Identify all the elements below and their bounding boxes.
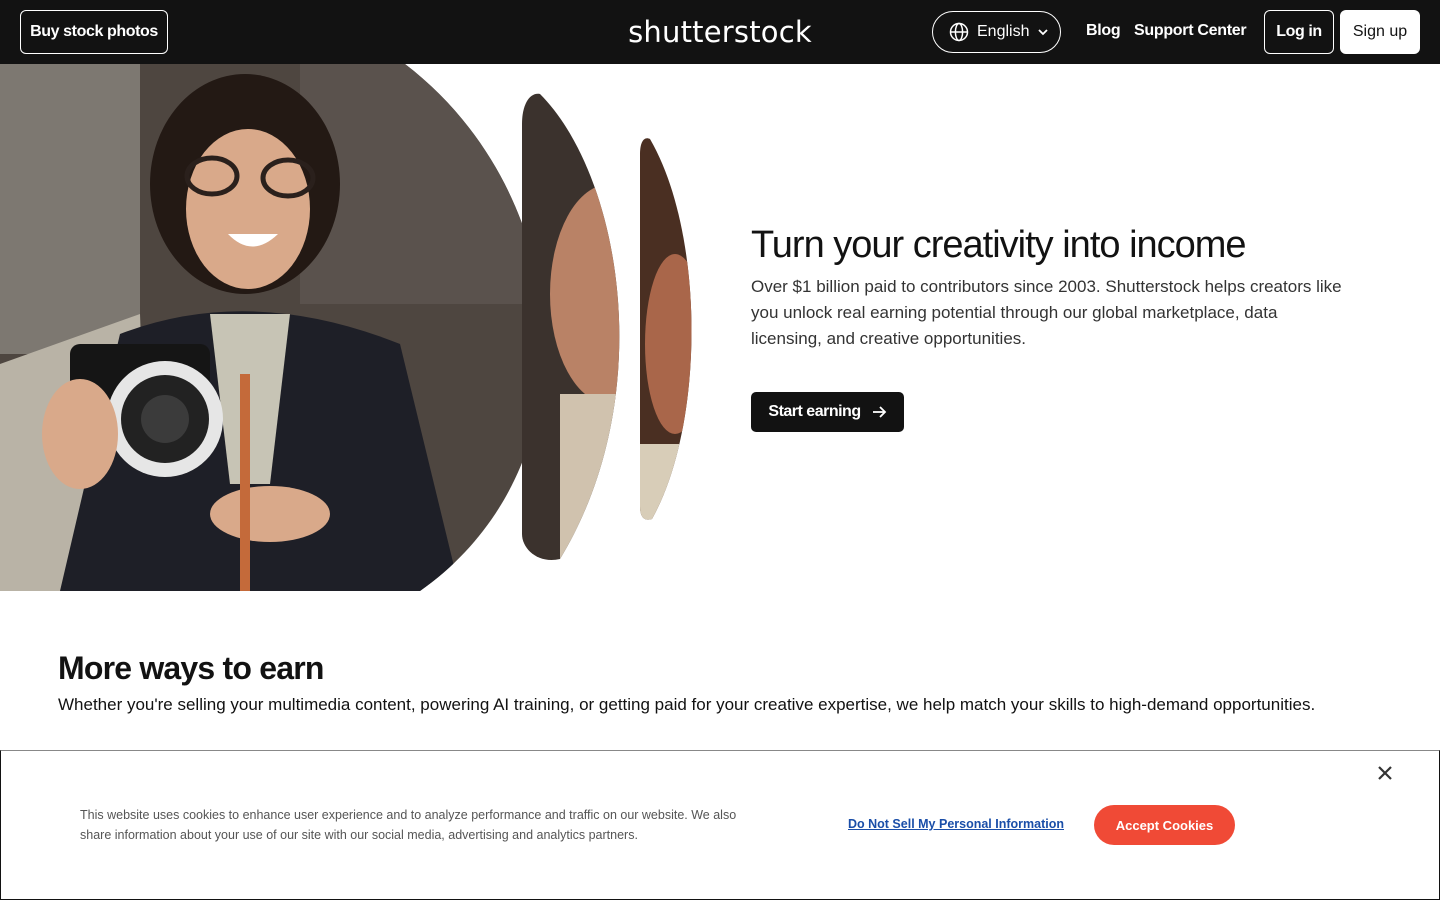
hero-description: Over $1 billion paid to contributors sin… <box>751 277 1342 348</box>
blog-link[interactable]: Blog <box>1086 22 1121 40</box>
do-not-sell-link[interactable]: Do Not Sell My Personal Information <box>848 817 1064 831</box>
shutterstock-logo[interactable]: shutterstock <box>620 12 820 52</box>
sign-up-button[interactable]: Sign up <box>1340 10 1420 54</box>
accept-cookies-button[interactable]: Accept Cookies <box>1094 805 1235 845</box>
support-center-link[interactable]: Support Center <box>1134 22 1247 40</box>
buy-stock-photos-button[interactable]: Buy stock photos <box>20 10 168 54</box>
log-in-button[interactable]: Log in <box>1264 10 1334 54</box>
more-ways-description: Whether you're selling your multimedia c… <box>58 695 1316 714</box>
start-earning-button[interactable]: Start earning <box>751 392 904 432</box>
globe-icon <box>949 22 969 42</box>
cookie-message: This website uses cookies to enhance use… <box>80 808 737 842</box>
close-icon <box>1378 766 1392 780</box>
hero-photo <box>0 64 692 591</box>
top-navigation: Buy stock photos shutterstock English Bl… <box>0 0 1440 64</box>
start-earning-label: Start earning <box>768 403 861 420</box>
language-selector[interactable]: English <box>932 11 1061 53</box>
arrow-right-icon <box>872 406 886 418</box>
cookie-banner: This website uses cookies to enhance use… <box>0 750 1440 900</box>
chevron-down-icon <box>1038 29 1049 36</box>
hero-section: Turn your creativity into income Over $1… <box>0 64 1440 591</box>
close-cookie-banner-button[interactable] <box>1373 761 1397 785</box>
language-label: English <box>977 23 1030 40</box>
more-ways-title: More ways to earn <box>58 650 324 686</box>
hero-title: Turn your creativity into income <box>751 224 1247 266</box>
